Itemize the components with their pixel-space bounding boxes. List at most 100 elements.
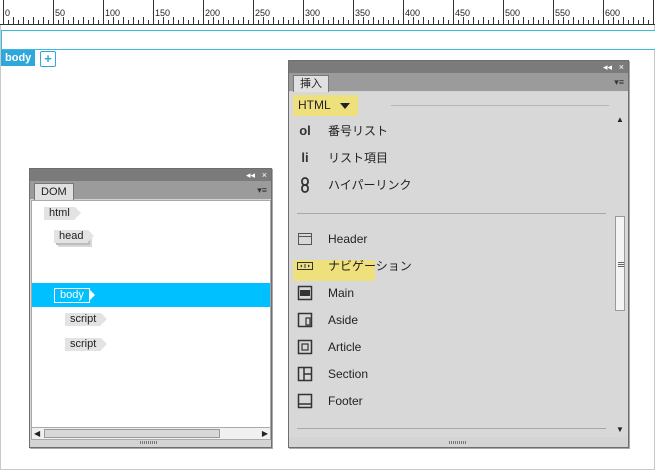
ruler-tick bbox=[238, 20, 239, 24]
scroll-down-icon[interactable]: ▼ bbox=[616, 426, 624, 434]
ruler-tick bbox=[308, 20, 309, 24]
dom-node-script[interactable]: script bbox=[65, 313, 108, 326]
dom-node-script[interactable]: script bbox=[65, 338, 108, 351]
insert-item-label: Aside bbox=[328, 313, 359, 327]
grip-icon bbox=[618, 261, 624, 267]
ruler-label: 500 bbox=[505, 8, 521, 18]
ruler-label: 550 bbox=[555, 8, 571, 18]
ruler-tick bbox=[63, 17, 64, 24]
tab-dom[interactable]: DOM bbox=[34, 183, 74, 200]
vertical-scrollbar[interactable]: ▲ ▼ bbox=[615, 116, 626, 452]
ruler-tick bbox=[288, 20, 289, 24]
scrollbar-thumb[interactable] bbox=[44, 429, 220, 438]
dom-node-label: body bbox=[54, 288, 95, 303]
ruler-tick bbox=[623, 17, 624, 24]
ruler-tick bbox=[358, 20, 359, 24]
ruler-label: 200 bbox=[205, 8, 221, 18]
article-icon bbox=[297, 339, 313, 355]
ruler-tick bbox=[363, 17, 364, 24]
insert-item-header[interactable]: Header bbox=[289, 229, 628, 249]
collapse-icon[interactable]: ◂◂ bbox=[603, 61, 612, 73]
ruler-tick bbox=[113, 17, 114, 24]
ruler-tick bbox=[68, 20, 69, 24]
resize-grip-icon[interactable] bbox=[140, 441, 158, 444]
scroll-right-icon[interactable]: ▶ bbox=[262, 429, 268, 438]
panel-title-bar[interactable]: ◂◂ × bbox=[30, 169, 271, 181]
ruler-label: 600 bbox=[605, 8, 621, 18]
ruler-tick bbox=[458, 20, 459, 24]
ruler-tick bbox=[628, 20, 629, 24]
panel-menu-icon[interactable]: ▾≡ bbox=[257, 184, 267, 196]
ruler-tick bbox=[253, 0, 254, 24]
ruler-tick bbox=[588, 20, 589, 24]
dom-node-label: html bbox=[44, 207, 81, 220]
collapse-icon[interactable]: ◂◂ bbox=[246, 169, 255, 181]
ruler-tick bbox=[368, 20, 369, 24]
dom-node-html[interactable]: html bbox=[44, 207, 81, 220]
dom-node-label: script bbox=[65, 338, 108, 351]
ruler-tick bbox=[93, 17, 94, 24]
scrollbar-thumb[interactable] bbox=[615, 216, 625, 311]
insert-item-label: Main bbox=[328, 286, 355, 300]
tab-insert[interactable]: 挿入 bbox=[293, 75, 329, 92]
add-class-button[interactable]: + bbox=[40, 51, 56, 67]
ruler-tick bbox=[483, 17, 484, 24]
ruler-tick bbox=[348, 20, 349, 24]
ruler-tick bbox=[18, 20, 19, 24]
ruler-tick bbox=[578, 20, 579, 24]
ruler-tick bbox=[58, 20, 59, 24]
ruler-tick bbox=[463, 17, 464, 24]
scroll-left-icon[interactable]: ◀ bbox=[34, 429, 40, 438]
close-icon[interactable]: × bbox=[619, 61, 624, 73]
category-dropdown[interactable]: HTML bbox=[293, 95, 358, 116]
header-icon bbox=[298, 233, 312, 245]
resize-grip-icon[interactable] bbox=[449, 441, 467, 444]
ruler-tick bbox=[118, 20, 119, 24]
tab-row: 挿入 ▾≡ bbox=[289, 73, 628, 92]
ruler-tick bbox=[488, 20, 489, 24]
ruler-tick bbox=[538, 20, 539, 24]
body-element-tag[interactable]: body bbox=[1, 50, 36, 66]
ruler-tick bbox=[608, 20, 609, 24]
ruler-tick bbox=[148, 20, 149, 24]
divider bbox=[297, 213, 606, 214]
aside-icon bbox=[297, 312, 313, 328]
close-icon[interactable]: × bbox=[262, 169, 267, 181]
ruler-tick bbox=[573, 17, 574, 24]
ruler-tick bbox=[633, 17, 634, 24]
ruler-tick bbox=[48, 20, 49, 24]
ruler-label: 150 bbox=[155, 8, 171, 18]
ruler-label: 100 bbox=[105, 8, 121, 18]
ruler-tick bbox=[373, 17, 374, 24]
ruler-tick bbox=[133, 17, 134, 24]
ruler-tick bbox=[653, 0, 654, 24]
ruler-label: 450 bbox=[455, 8, 471, 18]
ruler-tick bbox=[503, 0, 504, 24]
ruler-tick bbox=[198, 20, 199, 24]
main-icon bbox=[297, 285, 313, 301]
ruler-tick bbox=[178, 20, 179, 24]
ruler-tick bbox=[278, 20, 279, 24]
dom-node-head[interactable]: head bbox=[54, 230, 96, 243]
panel-menu-icon[interactable]: ▾≡ bbox=[614, 76, 624, 88]
horizontal-scrollbar[interactable]: ◀ ▶ bbox=[31, 427, 271, 440]
ruler-tick bbox=[423, 17, 424, 24]
ruler-tick bbox=[213, 17, 214, 24]
insert-item-label: ナビゲーション bbox=[328, 259, 412, 273]
ruler-tick bbox=[383, 17, 384, 24]
ruler-tick bbox=[613, 17, 614, 24]
ruler-tick bbox=[218, 20, 219, 24]
dom-node-body[interactable]: body bbox=[54, 288, 95, 303]
scroll-up-icon[interactable]: ▲ bbox=[616, 116, 624, 124]
ruler-tick bbox=[648, 20, 649, 24]
panel-title-bar[interactable]: ◂◂ × bbox=[289, 61, 628, 73]
ruler-tick bbox=[208, 20, 209, 24]
ruler-tick bbox=[638, 20, 639, 24]
ruler-tick bbox=[303, 0, 304, 24]
ruler-tick bbox=[143, 17, 144, 24]
ruler-tick bbox=[28, 20, 29, 24]
ruler-tick bbox=[33, 17, 34, 24]
ruler-tick bbox=[128, 20, 129, 24]
insert-item-label: Header bbox=[328, 232, 368, 246]
ordered-list-icon: ol bbox=[299, 123, 311, 138]
